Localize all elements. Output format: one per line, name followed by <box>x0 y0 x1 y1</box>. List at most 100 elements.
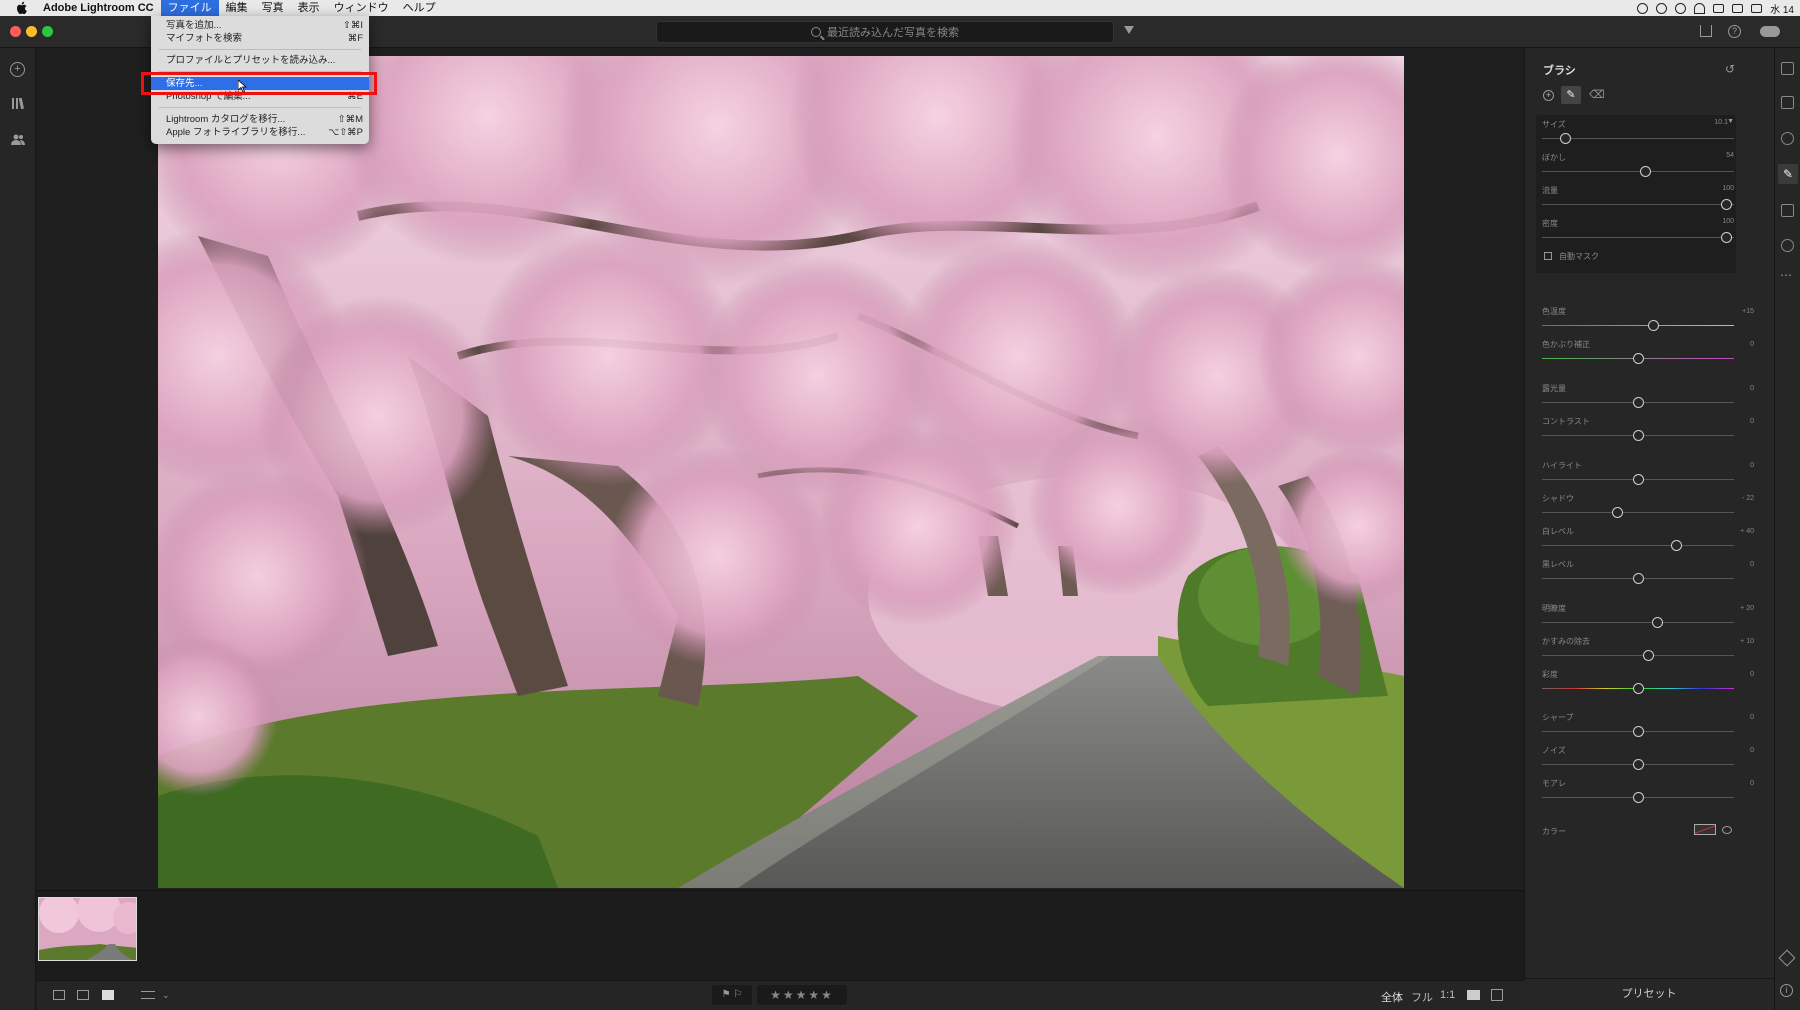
size-dropdown-icon[interactable]: ▼ <box>1727 118 1734 125</box>
adjustment-label: かすみの除去 <box>1542 637 1590 646</box>
adjustment-slider[interactable] <box>1642 650 1654 661</box>
filter-icon[interactable] <box>1124 26 1134 34</box>
maximize-window-button[interactable] <box>42 26 53 37</box>
menu-photo[interactable]: 写真 <box>255 0 291 16</box>
menu-item-migrate-catalog[interactable]: Lightroom カタログを移行... ⇧⌘M <box>151 113 369 126</box>
menu-item-import-profiles[interactable]: プロファイルとプリセットを読み込み... <box>151 54 369 67</box>
adjustment-slider[interactable] <box>1633 726 1644 737</box>
healing-icon[interactable] <box>1781 132 1794 145</box>
adjustment-value: 0 <box>1750 747 1754 754</box>
adjustment-slider[interactable] <box>1652 617 1664 628</box>
adjustment-slider[interactable] <box>1671 540 1683 551</box>
wifi-icon[interactable] <box>1694 2 1706 14</box>
airplay-icon[interactable] <box>1713 3 1725 13</box>
share-icon[interactable] <box>1700 25 1712 37</box>
people-icon[interactable] <box>10 132 25 147</box>
bottom-toolbar: ⌄ ⚑ ⚐ ★★★★★ 全体 フル 1:1 <box>37 980 1524 1010</box>
add-photos-icon[interactable]: + <box>10 62 25 77</box>
adjustment-slider[interactable] <box>1633 474 1644 485</box>
edit-sliders-icon[interactable] <box>1781 62 1794 75</box>
menu-item-add-photos[interactable]: 写真を追加... ⇧⌘I <box>151 19 369 32</box>
adjustment-slider[interactable] <box>1633 397 1644 408</box>
adjustment-value: + 20 <box>1740 605 1754 612</box>
sort-dropdown-icon[interactable]: ⌄ <box>162 990 170 1001</box>
photo-grid-icon[interactable] <box>77 990 89 1000</box>
info-icon[interactable]: i <box>1780 984 1793 997</box>
linear-gradient-icon[interactable] <box>1781 204 1794 217</box>
menu-item-label: Apple フォトライブラリを移行... <box>166 127 306 138</box>
adjustment-track <box>1542 655 1734 656</box>
menu-file[interactable]: ファイル <box>160 0 219 16</box>
info-overlay-icon[interactable] <box>1467 990 1480 1000</box>
close-window-button[interactable] <box>10 26 21 37</box>
star-rating[interactable]: ★★★★★ <box>757 985 847 1005</box>
menu-view[interactable]: 表示 <box>291 0 327 16</box>
record-icon[interactable] <box>1637 2 1649 14</box>
sort-icon[interactable] <box>141 991 155 999</box>
menu-help[interactable]: ヘルプ <box>396 0 443 16</box>
adjustment-label: シャープ <box>1542 713 1574 722</box>
adjustment-slider[interactable] <box>1611 507 1623 518</box>
density-slider[interactable] <box>1721 232 1732 243</box>
creative-cloud-icon[interactable] <box>1656 2 1668 14</box>
menu-edit[interactable]: 編集 <box>219 0 255 16</box>
help-icon[interactable]: ? <box>1728 25 1741 38</box>
search-input[interactable]: 最近読み込んだ写真を検索 <box>656 21 1114 43</box>
zoom-fit-button[interactable]: 全体 <box>1381 989 1403 1005</box>
presets-button[interactable]: プリセット <box>1524 979 1774 1009</box>
flow-slider[interactable] <box>1721 199 1732 210</box>
menu-item-search-photos[interactable]: マイフォトを検索 ⌘F <box>151 32 369 45</box>
size-slider[interactable] <box>1560 133 1571 144</box>
adjustment-label: 明瞭度 <box>1542 604 1566 613</box>
minimize-window-button[interactable] <box>26 26 37 37</box>
app-menu[interactable]: Adobe Lightroom CC <box>36 0 161 16</box>
brush-tool-icon[interactable]: ✎ <box>1778 164 1798 184</box>
compare-icon[interactable] <box>1491 989 1503 1001</box>
library-icon[interactable] <box>10 96 25 111</box>
adjustment-slider[interactable] <box>1633 430 1644 441</box>
adjustment-label: 白レベル <box>1542 527 1574 536</box>
feather-slider[interactable] <box>1640 166 1651 177</box>
adjustment-slider[interactable] <box>1633 759 1644 770</box>
square-grid-icon[interactable] <box>53 990 65 1000</box>
menu-item-shortcut: ⇧⌘I <box>342 20 363 31</box>
adjustment-slider[interactable] <box>1633 353 1644 364</box>
crop-icon[interactable] <box>1781 96 1794 109</box>
apple-icon[interactable] <box>14 0 30 16</box>
color-picker-icon[interactable] <box>1722 826 1732 834</box>
radial-gradient-icon[interactable] <box>1781 239 1794 252</box>
adjustment-value: 0 <box>1750 561 1754 568</box>
adjustment-slider[interactable] <box>1633 683 1644 694</box>
bluetooth-icon[interactable] <box>1751 3 1763 13</box>
adjustment-value: 0 <box>1750 341 1754 348</box>
adjustment-label: 色温度 <box>1542 307 1566 316</box>
main-photo[interactable] <box>158 56 1404 888</box>
adjustment-slider[interactable] <box>1633 792 1644 803</box>
sync-icon[interactable] <box>1675 2 1687 14</box>
zoom-fill-button[interactable]: フル <box>1411 989 1433 1005</box>
auto-mask-checkbox[interactable] <box>1544 252 1552 260</box>
adjustment-slider[interactable] <box>1633 573 1644 584</box>
cloud-icon[interactable] <box>1760 26 1780 37</box>
clock[interactable]: 水 14 <box>1770 1 1794 16</box>
menu-separator <box>159 49 361 50</box>
search-icon <box>811 27 821 37</box>
adjustment-sliders: 色温度 +15 色かぶり補正 0 露光量 0 コントラスト 0 ハイライト 0 シャドウ - 22 白レ… <box>1524 300 1774 860</box>
flag-buttons[interactable]: ⚑ ⚐ <box>712 985 752 1005</box>
flow-value: 100 <box>1722 185 1734 192</box>
adjustment-value: 0 <box>1750 780 1754 787</box>
menu-item-migrate-apple-photos[interactable]: Apple フォトライブラリを移行... ⌥⇧⌘P <box>151 126 369 139</box>
presets-bar: プリセット <box>1524 978 1774 1010</box>
more-icon[interactable]: ⋯ <box>1780 268 1792 282</box>
color-swatch[interactable] <box>1694 824 1716 835</box>
adjustment-value: +15 <box>1742 308 1754 315</box>
zoom-1to1-button[interactable]: 1:1 <box>1440 989 1455 1001</box>
photo-thumbnail[interactable] <box>38 897 137 961</box>
display-icon[interactable] <box>1732 3 1744 13</box>
detail-view-icon[interactable] <box>102 990 114 1000</box>
adjustment-slider[interactable] <box>1648 320 1660 331</box>
filmstrip <box>37 890 1524 980</box>
adjustment-value: 0 <box>1750 671 1754 678</box>
menu-window[interactable]: ウィンドウ <box>327 0 396 16</box>
right-rail <box>1774 48 1800 1010</box>
